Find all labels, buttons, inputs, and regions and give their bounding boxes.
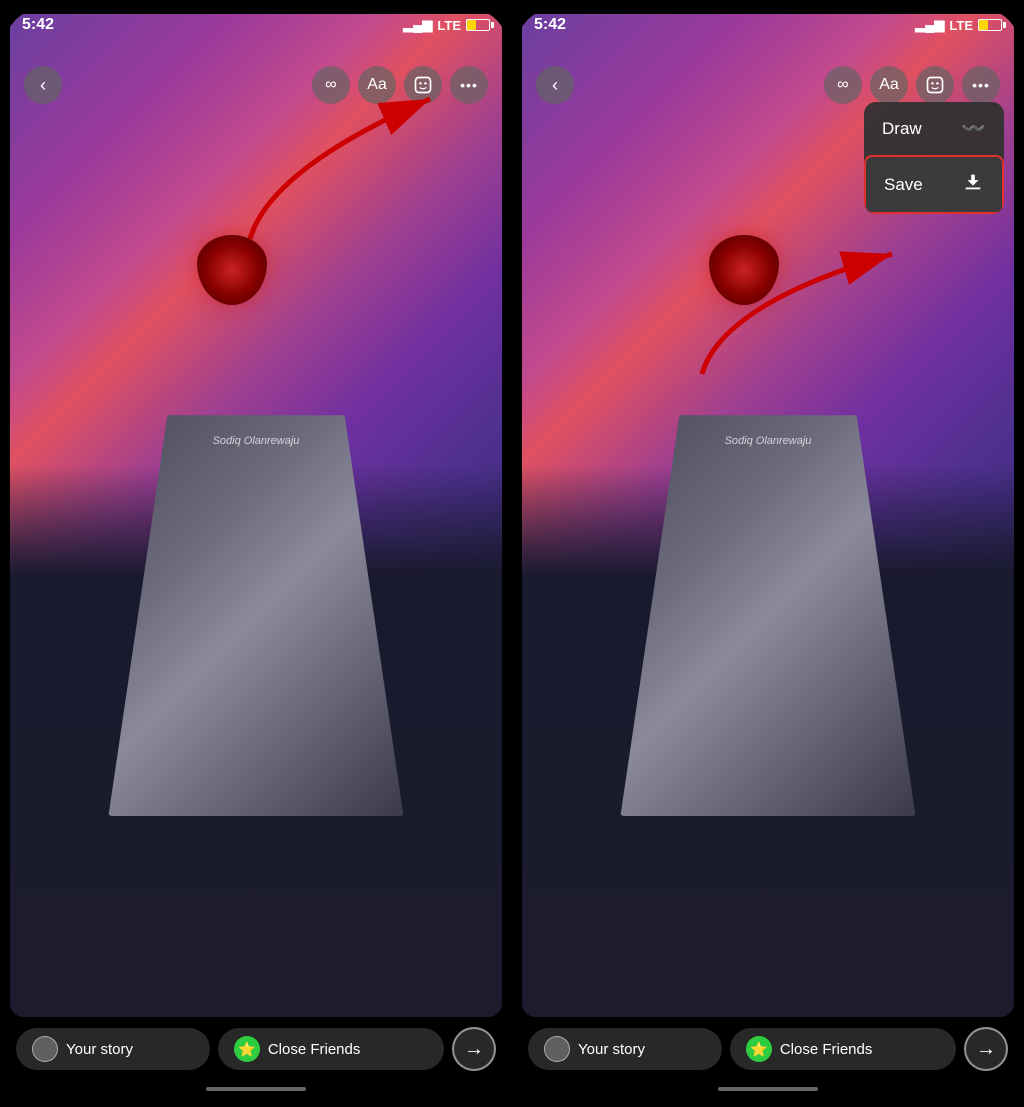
status-bar-left: 5:42 ▂▄▆ LTE [4, 8, 508, 38]
text-button-right[interactable]: Aa [870, 66, 908, 104]
signal-icon-left: ▂▄▆ [403, 17, 432, 33]
save-label: Save [884, 175, 923, 195]
draw-icon: 〰️ [961, 116, 986, 141]
save-menu-item[interactable]: Save [864, 155, 1004, 214]
story-content-left[interactable]: Sodiq Olanrewaju ‹ ∞ Aa [10, 14, 502, 1017]
bottom-bar-right: Your story ⭐ Close Friends → [516, 1017, 1020, 1079]
draw-label: Draw [882, 119, 922, 139]
infinity-button-left[interactable]: ∞ [312, 66, 350, 104]
right-phone-screen: 5:42 ▂▄▆ LTE [512, 0, 1024, 1107]
draw-menu-item[interactable]: Draw 〰️ [864, 102, 1004, 155]
status-icons-left: ▂▄▆ LTE [403, 17, 490, 33]
story-text-right: Sodiq Olanrewaju [725, 435, 812, 447]
your-story-label-left: Your story [66, 1041, 133, 1058]
signal-icon-right: ▂▄▆ [915, 17, 944, 33]
time-right: 5:42 [534, 16, 566, 34]
green-star-right: ⭐ [746, 1036, 772, 1062]
avatar-left [32, 1036, 58, 1062]
sticker-button-left[interactable] [404, 66, 442, 104]
back-button-left[interactable]: ‹ [24, 66, 62, 104]
battery-icon-left [466, 19, 490, 31]
send-btn-left[interactable]: → [452, 1027, 496, 1071]
bottom-bar-left: Your story ⭐ Close Friends → [4, 1017, 508, 1079]
save-icon [962, 171, 984, 198]
close-friends-btn-right[interactable]: ⭐ Close Friends [730, 1028, 956, 1070]
story-text-left: Sodiq Olanrewaju [213, 435, 300, 447]
lte-label-right: LTE [949, 18, 973, 33]
battery-icon-right [978, 19, 1002, 31]
more-button-right[interactable]: ••• [962, 66, 1000, 104]
time-left: 5:42 [22, 16, 54, 34]
your-story-label-right: Your story [578, 1041, 645, 1058]
story-toolbar-left: ‹ ∞ Aa ••• [10, 58, 502, 112]
send-icon-left: → [464, 1038, 484, 1061]
your-story-btn-right[interactable]: Your story [528, 1028, 722, 1070]
send-icon-right: → [976, 1038, 996, 1061]
lte-label-left: LTE [437, 18, 461, 33]
close-friends-btn-left[interactable]: ⭐ Close Friends [218, 1028, 444, 1070]
home-indicator-left [4, 1079, 508, 1099]
more-button-left[interactable]: ••• [450, 66, 488, 104]
home-indicator-right [516, 1079, 1020, 1099]
sticker-button-right[interactable] [916, 66, 954, 104]
back-button-right[interactable]: ‹ [536, 66, 574, 104]
green-star-left: ⭐ [234, 1036, 260, 1062]
status-icons-right: ▂▄▆ LTE [915, 17, 1002, 33]
infinity-button-right[interactable]: ∞ [824, 66, 862, 104]
status-bar-right: 5:42 ▂▄▆ LTE [516, 8, 1020, 38]
close-friends-label-right: Close Friends [780, 1041, 873, 1058]
text-button-left[interactable]: Aa [358, 66, 396, 104]
story-content-right[interactable]: Sodiq Olanrewaju ‹ ∞ Aa [522, 14, 1014, 1017]
dropdown-menu-right: Draw 〰️ Save [864, 102, 1004, 214]
close-friends-label-left: Close Friends [268, 1041, 361, 1058]
left-phone-screen: 5:42 ▂▄▆ LTE [0, 0, 512, 1107]
your-story-btn-left[interactable]: Your story [16, 1028, 210, 1070]
send-btn-right[interactable]: → [964, 1027, 1008, 1071]
avatar-right [544, 1036, 570, 1062]
